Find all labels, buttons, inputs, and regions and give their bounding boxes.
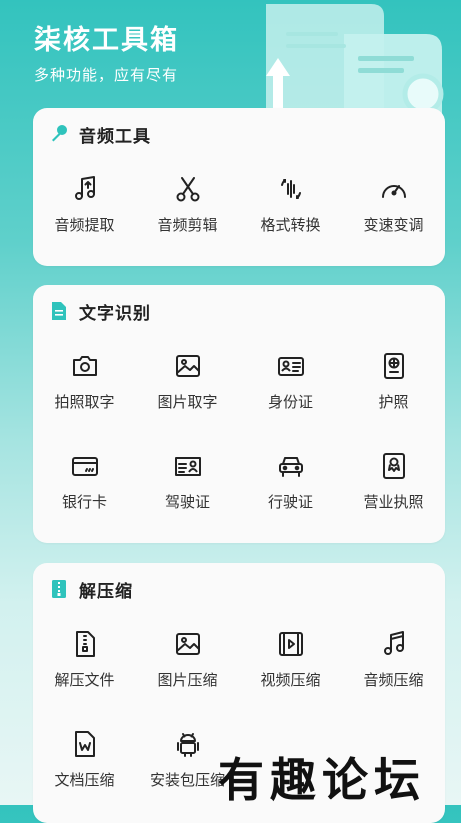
hero-documents-illustration (266, 4, 444, 116)
image-text-button[interactable]: 图片取字 (136, 351, 239, 412)
driver-license-button[interactable]: 驾驶证 (136, 451, 239, 512)
music-note-icon (383, 631, 404, 655)
audio-tools-card: 音频工具 音频提取 音频剪辑 格式转换 变速变调 (33, 108, 445, 266)
music-note-up-icon (74, 176, 95, 200)
business-license-button[interactable]: 营业执照 (342, 451, 445, 512)
audio-edit-label: 音频剪辑 (157, 216, 218, 234)
video-file-icon (278, 632, 303, 656)
zip-file-icon (75, 631, 95, 657)
decompress-header: 解压缩 (49, 577, 133, 602)
decompress-title: 解压缩 (79, 581, 133, 602)
bank-card-icon (71, 457, 98, 476)
vehicle-license-button[interactable]: 行驶证 (239, 451, 342, 512)
document-icon (52, 302, 66, 320)
app-subtitle: 多种功能，应有尽有 (34, 66, 179, 84)
audio-edit-button[interactable]: 音频剪辑 (136, 174, 239, 235)
audio-compress-label: 音频压缩 (363, 671, 424, 689)
business-license-label: 营业执照 (363, 493, 424, 511)
format-convert-button[interactable]: 格式转换 (239, 174, 342, 235)
driver-license-label: 驾驶证 (164, 493, 210, 511)
camera-icon (72, 356, 97, 376)
audio-extract-label: 音频提取 (54, 216, 115, 234)
format-convert-icon (280, 179, 301, 199)
driver-license-icon (174, 457, 201, 476)
passport-button[interactable]: 护照 (342, 351, 445, 412)
microphone-icon (52, 125, 67, 142)
vehicle-license-label: 行驶证 (267, 493, 313, 511)
watermark-text: 有趣论坛 (218, 753, 426, 807)
audio-tools-header: 音频工具 (49, 122, 151, 147)
bank-card-label: 银行卡 (61, 493, 107, 511)
id-card-icon (277, 357, 304, 376)
doc-compress-button[interactable]: 文档压缩 (33, 729, 136, 790)
image-text-label: 图片取字 (157, 393, 218, 411)
app-title: 柒核工具箱 (34, 25, 179, 56)
app-header: 柒核工具箱 多种功能，应有尽有 (0, 0, 461, 116)
bank-card-button[interactable]: 银行卡 (33, 451, 136, 512)
car-icon (278, 457, 303, 477)
photo-text-label: 拍照取字 (54, 393, 115, 411)
audio-extract-button[interactable]: 音频提取 (33, 174, 136, 235)
audio-compress-button[interactable]: 音频压缩 (342, 629, 445, 690)
image-compress-button[interactable]: 图片压缩 (136, 629, 239, 690)
text-recognition-header: 文字识别 (49, 299, 151, 324)
unzip-file-button[interactable]: 解压文件 (33, 629, 136, 690)
speed-pitch-button[interactable]: 变速变调 (342, 174, 445, 235)
audio-tools-title: 音频工具 (79, 126, 151, 147)
zip-archive-icon (52, 580, 66, 598)
speed-pitch-label: 变速变调 (363, 216, 424, 234)
image-compress-icon (175, 633, 200, 655)
image-compress-label: 图片压缩 (157, 671, 218, 689)
passport-label: 护照 (378, 393, 409, 411)
id-card-button[interactable]: 身份证 (239, 351, 342, 412)
word-doc-icon (74, 731, 95, 757)
passport-icon (383, 353, 404, 379)
scissors-icon (176, 177, 199, 202)
format-convert-label: 格式转换 (260, 216, 321, 234)
android-icon (176, 733, 199, 757)
text-recognition-title: 文字识别 (79, 303, 151, 324)
business-license-icon (382, 453, 405, 479)
id-card-label: 身份证 (267, 393, 313, 411)
video-compress-label: 视频压缩 (260, 671, 321, 689)
unzip-file-label: 解压文件 (54, 671, 115, 689)
text-recognition-card: 文字识别 拍照取字 图片取字 身份证 护照 银行卡 驾驶证 行驶证 营业执照 (33, 285, 445, 543)
doc-compress-label: 文档压缩 (54, 771, 115, 789)
photo-text-button[interactable]: 拍照取字 (33, 351, 136, 412)
image-icon (175, 355, 200, 377)
video-compress-button[interactable]: 视频压缩 (239, 629, 342, 690)
speedometer-icon (381, 185, 406, 198)
